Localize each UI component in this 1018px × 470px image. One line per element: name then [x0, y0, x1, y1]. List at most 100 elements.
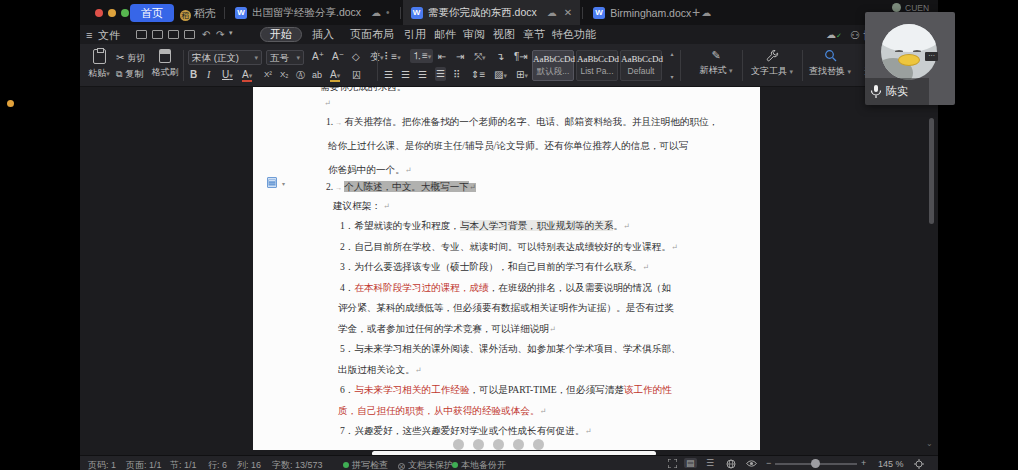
document-tab[interactable]: W出国留学经验分享.docx☁•: [227, 0, 398, 25]
distribute-button[interactable]: ⠿: [453, 68, 460, 82]
enclose-char-button[interactable]: 囚: [352, 68, 361, 82]
font-name-select[interactable]: 宋体 (正文)▾: [188, 50, 262, 65]
undo-icon[interactable]: ↶: [202, 29, 210, 40]
text-run: ↵: [405, 166, 412, 175]
find-replace-button[interactable]: 查找替换 ▾: [806, 49, 854, 78]
phonetic-guide-button[interactable]: Ⓐ: [296, 68, 305, 82]
backup-dot: [452, 462, 458, 468]
video-call-tile[interactable]: ⋯ 陈实: [865, 12, 955, 105]
zoom-level[interactable]: 145 %: [878, 459, 904, 469]
menu-tab-8[interactable]: 特色功能: [552, 27, 596, 42]
zoom-window-button[interactable]: [121, 9, 129, 17]
fit-page-icon[interactable]: [914, 459, 924, 469]
format-painter-button[interactable]: 格式刷: [150, 49, 180, 79]
font-size-select[interactable]: 五号▾: [266, 50, 304, 65]
style-chip[interactable]: AaBbCcDd默认段...: [532, 50, 574, 81]
char-scale-button[interactable]: ⤧▾: [474, 50, 486, 64]
line-spacing-button[interactable]: ⇕≡: [471, 68, 485, 82]
fullscreen-icon[interactable]: [668, 459, 677, 468]
cloud-sync-icon: ☁: [371, 7, 381, 18]
styles-scroll[interactable]: ▴ ▾: [668, 50, 676, 81]
text-run: 给你上过什么课、是你的班主任/辅导员/论文导师。还有你单位推荐人的信息，可以写: [328, 140, 688, 151]
close-tab-icon[interactable]: ✕: [564, 7, 572, 18]
numbering-button[interactable]: ⒈≡▾: [410, 49, 433, 63]
styles-scroll-up-icon[interactable]: ▴: [668, 50, 676, 57]
align-left-button[interactable]: ☰: [384, 68, 393, 82]
menu-tab-2[interactable]: 页面布局: [350, 27, 394, 42]
decrease-indent-button[interactable]: ⇤: [438, 50, 446, 64]
new-tab-button[interactable]: +: [692, 4, 700, 20]
increase-indent-button[interactable]: ⇥: [456, 50, 464, 64]
zoom-in-icon[interactable]: +: [861, 458, 866, 468]
store-tab[interactable]: 稻稻壳: [180, 4, 216, 22]
menu-tab-0[interactable]: 开始: [260, 27, 302, 42]
style-chip[interactable]: AaBbCcDdList Pa...: [576, 50, 618, 81]
web-view-icon[interactable]: [726, 459, 736, 469]
styles-scroll-down-icon[interactable]: ▾: [668, 73, 676, 80]
zoom-out-icon[interactable]: −: [766, 458, 771, 468]
underline-button[interactable]: U▾: [222, 68, 233, 82]
grow-font-button[interactable]: A⁺: [312, 50, 324, 64]
text-run: 个人陈述，中文。大概写一下: [344, 181, 469, 192]
document-area[interactable]: ▾ 需要你完成的东西。↵1.→有关推荐信。把你准备找的一个老师的名字、电话、邮箱…: [80, 87, 938, 455]
borders-button[interactable]: ⊞▾: [516, 68, 528, 82]
open-icon[interactable]: [136, 30, 147, 39]
minimize-window-button[interactable]: [108, 9, 116, 17]
outline-view-icon[interactable]: ☰: [706, 458, 714, 468]
history-caret-icon[interactable]: ▾: [229, 29, 233, 37]
menu-tab-1[interactable]: 插入: [312, 27, 334, 42]
home-tab[interactable]: 首页: [130, 4, 174, 22]
text-direction-button[interactable]: ↴: [496, 50, 504, 64]
align-right-button[interactable]: ☰: [418, 68, 427, 82]
char-border-button[interactable]: A▾: [242, 68, 252, 82]
cut-button[interactable]: ✂ 剪切: [116, 51, 145, 65]
text-run: ↵: [623, 222, 630, 231]
align-center-button[interactable]: ☰: [401, 68, 410, 82]
style-chip[interactable]: AaBbCcDdDefault: [620, 50, 662, 81]
save-icon[interactable]: [152, 30, 163, 39]
shrink-font-button[interactable]: A⁻: [332, 50, 344, 64]
file-menu[interactable]: 文件: [98, 28, 120, 42]
print-icon[interactable]: [168, 30, 179, 39]
menu-tab-5[interactable]: 审阅: [463, 27, 485, 42]
menu-tab-3[interactable]: 引用: [404, 27, 426, 42]
page-view-icon[interactable]: ▤: [684, 458, 697, 468]
text-run: 1．希望就读的专业和程度，: [340, 220, 460, 231]
backup-status[interactable]: 本地备份开: [452, 459, 506, 470]
superscript-button[interactable]: X²: [264, 68, 272, 82]
bold-button[interactable]: B: [190, 68, 197, 82]
paste-button[interactable]: 粘贴▾: [86, 49, 112, 80]
document-page[interactable]: ▾ 需要你完成的东西。↵1.→有关推荐信。把你准备找的一个老师的名字、电话、邮箱…: [253, 87, 760, 450]
menu-tab-4[interactable]: 邮件: [434, 27, 456, 42]
new-style-button[interactable]: ✎ 新样式 ▾: [696, 49, 736, 77]
shading-button[interactable]: ▨▾: [494, 68, 507, 82]
protect-status[interactable]: ✕文档未保护: [398, 459, 453, 470]
text-run: ↵: [469, 183, 476, 192]
subscript-button[interactable]: X₂: [280, 68, 288, 82]
document-tab[interactable]: W需要你完成的东西.docx☁✕: [403, 0, 581, 25]
text-tool-button[interactable]: 文字工具 ▾: [748, 49, 796, 78]
menu-tab-6[interactable]: 视图: [493, 27, 515, 42]
char-shading-button[interactable]: ab: [312, 68, 322, 82]
menu-tab-7[interactable]: 章节: [523, 27, 545, 42]
spell-check-status[interactable]: 拼写检查: [343, 459, 388, 470]
vertical-scrollbar-thumb[interactable]: [929, 118, 934, 224]
bullets-button[interactable]: ⠇≡▾: [384, 50, 401, 64]
italic-button[interactable]: I: [207, 68, 210, 82]
zoom-slider-thumb[interactable]: [811, 459, 820, 468]
close-window-button[interactable]: [95, 9, 103, 17]
menu-bar: ≡ 文件 ↶ ↷ ▾ 开始插入页面布局引用邮件审阅视图章节特色功能 ☁✓ ⚇ 协…: [80, 25, 938, 44]
preview-icon[interactable]: [184, 30, 195, 39]
clear-format-button[interactable]: ◇: [352, 50, 360, 64]
font-color-button[interactable]: A▾: [330, 68, 340, 82]
paste-options-popup[interactable]: ▾: [267, 177, 291, 189]
justify-button[interactable]: ☰: [435, 67, 446, 81]
tile-menu-icon[interactable]: ⋯: [925, 52, 938, 61]
copy-button[interactable]: ⧉ 复制: [116, 67, 143, 81]
text-run: 2．自己目前所在学校、专业、就读时间。可以特别表达成绩较好的专业课程。: [340, 241, 671, 252]
show-marks-button[interactable]: ¶⇥: [514, 50, 528, 64]
scroll-down-icon[interactable]: ⌄: [926, 439, 933, 448]
read-mode-icon[interactable]: [746, 459, 757, 468]
redo-icon[interactable]: ↷: [216, 29, 224, 40]
hamburger-icon[interactable]: ≡: [86, 28, 92, 42]
